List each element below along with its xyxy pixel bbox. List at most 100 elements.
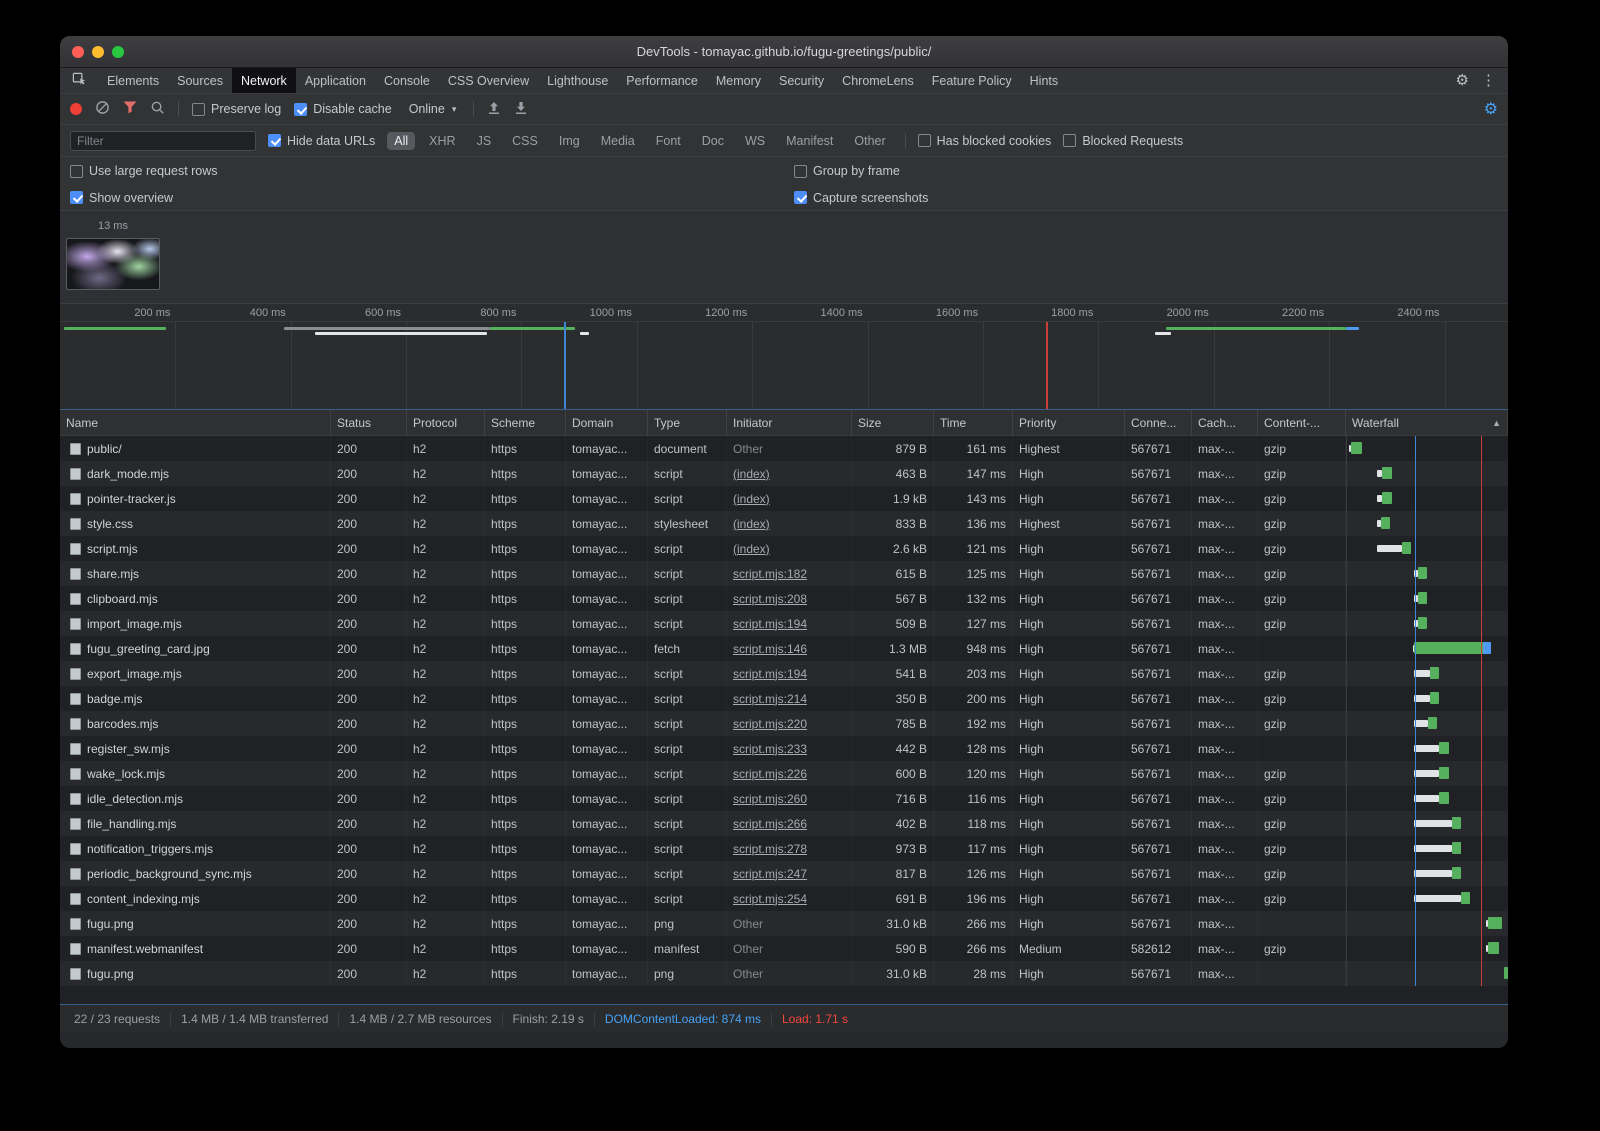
initiator-link[interactable]: (index) — [733, 467, 770, 481]
tab-hints[interactable]: Hints — [1021, 68, 1067, 93]
request-row[interactable]: periodic_background_sync.mjs200h2httpsto… — [60, 861, 1508, 886]
inspect-element-button[interactable] — [60, 68, 98, 93]
search-button[interactable] — [150, 100, 165, 118]
column-header-waterfall[interactable]: Waterfall▲ — [1346, 410, 1508, 435]
column-header-name[interactable]: Name — [60, 410, 331, 435]
page-screenshot-thumbnail[interactable] — [66, 238, 160, 290]
initiator-link[interactable]: script.mjs:260 — [733, 792, 807, 806]
column-header-content[interactable]: Content-... — [1258, 410, 1346, 435]
request-row[interactable]: idle_detection.mjs200h2httpstomayac...sc… — [60, 786, 1508, 811]
request-row[interactable]: clipboard.mjs200h2httpstomayac...scripts… — [60, 586, 1508, 611]
column-header-size[interactable]: Size — [852, 410, 934, 435]
initiator-link[interactable]: script.mjs:233 — [733, 742, 807, 756]
filter-type-js[interactable]: JS — [470, 132, 499, 150]
initiator-link[interactable]: script.mjs:254 — [733, 892, 807, 906]
initiator-link[interactable]: script.mjs:226 — [733, 767, 807, 781]
tab-application[interactable]: Application — [296, 68, 375, 93]
tab-feature-policy[interactable]: Feature Policy — [923, 68, 1021, 93]
clear-network-log-button[interactable] — [95, 100, 110, 118]
initiator-link[interactable]: script.mjs:247 — [733, 867, 807, 881]
request-row[interactable]: content_indexing.mjs200h2httpstomayac...… — [60, 886, 1508, 911]
request-row[interactable]: manifest.webmanifest200h2httpstomayac...… — [60, 936, 1508, 961]
close-window-button[interactable] — [72, 46, 84, 58]
initiator-link[interactable]: script.mjs:182 — [733, 567, 807, 581]
request-row[interactable]: style.css200h2httpstomayac...stylesheet(… — [60, 511, 1508, 536]
column-header-domain[interactable]: Domain — [566, 410, 648, 435]
tab-memory[interactable]: Memory — [707, 68, 770, 93]
filter-type-media[interactable]: Media — [594, 132, 642, 150]
column-header-cach[interactable]: Cach... — [1192, 410, 1258, 435]
filter-type-css[interactable]: CSS — [505, 132, 545, 150]
request-row[interactable]: barcodes.mjs200h2httpstomayac...scriptsc… — [60, 711, 1508, 736]
tab-chromelens[interactable]: ChromeLens — [833, 68, 923, 93]
filter-type-other[interactable]: Other — [847, 132, 892, 150]
tab-network[interactable]: Network — [232, 68, 296, 93]
request-row[interactable]: pointer-tracker.js200h2httpstomayac...sc… — [60, 486, 1508, 511]
initiator-link[interactable]: (index) — [733, 492, 770, 506]
filter-type-manifest[interactable]: Manifest — [779, 132, 840, 150]
export-har-button[interactable] — [514, 101, 528, 118]
request-row[interactable]: export_image.mjs200h2httpstomayac...scri… — [60, 661, 1508, 686]
tab-performance[interactable]: Performance — [617, 68, 707, 93]
initiator-link[interactable]: script.mjs:208 — [733, 592, 807, 606]
column-header-priority[interactable]: Priority — [1013, 410, 1125, 435]
hide-data-urls-checkbox[interactable]: Hide data URLs — [268, 134, 375, 148]
filter-type-xhr[interactable]: XHR — [422, 132, 462, 150]
initiator-link[interactable]: script.mjs:220 — [733, 717, 807, 731]
initiator-link[interactable]: script.mjs:146 — [733, 642, 807, 656]
settings-gear-icon[interactable]: ⚙ — [1456, 73, 1469, 88]
request-row[interactable]: fugu.png200h2httpstomayac...pngOther31.0… — [60, 961, 1508, 986]
initiator-link[interactable]: script.mjs:214 — [733, 692, 807, 706]
request-row[interactable]: fugu_greeting_card.jpg200h2httpstomayac.… — [60, 636, 1508, 661]
throttling-select[interactable]: Online ▾ — [405, 100, 461, 118]
request-row[interactable]: badge.mjs200h2httpstomayac...scriptscrip… — [60, 686, 1508, 711]
request-row[interactable]: file_handling.mjs200h2httpstomayac...scr… — [60, 811, 1508, 836]
request-row[interactable]: wake_lock.mjs200h2httpstomayac...scripts… — [60, 761, 1508, 786]
tab-css-overview[interactable]: CSS Overview — [439, 68, 538, 93]
request-row[interactable]: import_image.mjs200h2httpstomayac...scri… — [60, 611, 1508, 636]
use-large-request-rows-checkbox[interactable]: Use large request rows — [70, 164, 218, 178]
tab-elements[interactable]: Elements — [98, 68, 168, 93]
tab-security[interactable]: Security — [770, 68, 833, 93]
filter-toggle-button[interactable] — [123, 101, 137, 117]
preserve-log-checkbox[interactable]: Preserve log — [192, 102, 281, 116]
column-header-status[interactable]: Status — [331, 410, 407, 435]
has-blocked-cookies-checkbox[interactable]: Has blocked cookies — [918, 134, 1052, 148]
filter-type-font[interactable]: Font — [649, 132, 688, 150]
tab-console[interactable]: Console — [375, 68, 439, 93]
minimize-window-button[interactable] — [92, 46, 104, 58]
column-header-protocol[interactable]: Protocol — [407, 410, 485, 435]
initiator-link[interactable]: script.mjs:266 — [733, 817, 807, 831]
record-network-log-button[interactable] — [70, 103, 82, 115]
initiator-link[interactable]: (index) — [733, 517, 770, 531]
tab-sources[interactable]: Sources — [168, 68, 232, 93]
column-header-conne[interactable]: Conne... — [1125, 410, 1192, 435]
initiator-link[interactable]: script.mjs:194 — [733, 667, 807, 681]
request-row[interactable]: dark_mode.mjs200h2httpstomayac...script(… — [60, 461, 1508, 486]
request-row[interactable]: public/200h2httpstomayac...documentOther… — [60, 436, 1508, 461]
window-titlebar[interactable]: DevTools - tomayac.github.io/fugu-greeti… — [60, 36, 1508, 68]
import-har-button[interactable] — [487, 101, 501, 118]
request-row[interactable]: register_sw.mjs200h2httpstomayac...scrip… — [60, 736, 1508, 761]
initiator-link[interactable]: script.mjs:278 — [733, 842, 807, 856]
network-overview[interactable]: 200 ms400 ms600 ms800 ms1000 ms1200 ms14… — [60, 304, 1508, 409]
initiator-link[interactable]: (index) — [733, 542, 770, 556]
column-header-type[interactable]: Type — [648, 410, 727, 435]
request-row[interactable]: share.mjs200h2httpstomayac...scriptscrip… — [60, 561, 1508, 586]
group-by-frame-checkbox[interactable]: Group by frame — [794, 164, 900, 178]
filter-type-all[interactable]: All — [387, 132, 415, 150]
capture-screenshots-checkbox[interactable]: Capture screenshots — [794, 191, 928, 205]
more-options-icon[interactable]: ⋮ — [1481, 73, 1496, 88]
filter-type-doc[interactable]: Doc — [695, 132, 731, 150]
zoom-window-button[interactable] — [112, 46, 124, 58]
disable-cache-checkbox[interactable]: Disable cache — [294, 102, 392, 116]
request-row[interactable]: script.mjs200h2httpstomayac...script(ind… — [60, 536, 1508, 561]
column-header-time[interactable]: Time — [934, 410, 1013, 435]
request-row[interactable]: notification_triggers.mjs200h2httpstomay… — [60, 836, 1508, 861]
filter-type-ws[interactable]: WS — [738, 132, 772, 150]
filter-type-img[interactable]: Img — [552, 132, 587, 150]
tab-lighthouse[interactable]: Lighthouse — [538, 68, 617, 93]
column-header-initiator[interactable]: Initiator — [727, 410, 852, 435]
show-overview-checkbox[interactable]: Show overview — [70, 191, 173, 205]
blocked-requests-checkbox[interactable]: Blocked Requests — [1063, 134, 1183, 148]
